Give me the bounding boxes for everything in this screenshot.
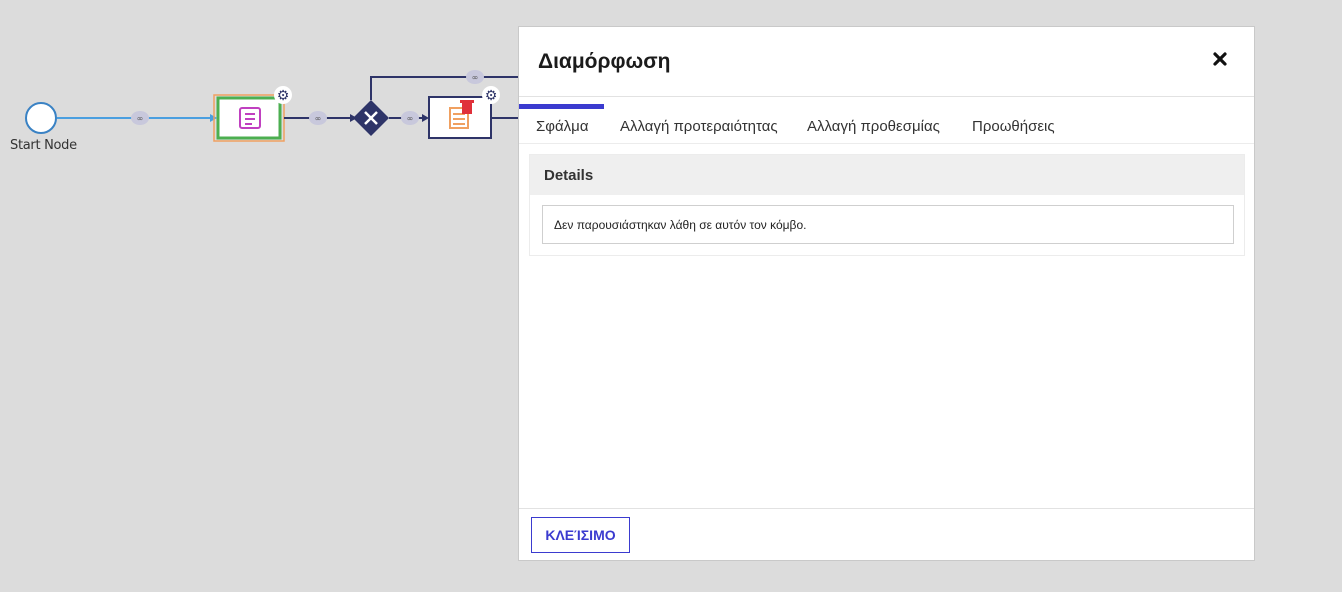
details-message: Δεν παρουσιάστηκαν λάθη σε αυτόν τον κόμ… — [554, 218, 807, 232]
svg-text:⚙: ⚙ — [485, 88, 498, 104]
close-button[interactable]: ΚΛΕΊΣΙΜΟ — [531, 517, 630, 553]
trash-icon[interactable] — [460, 100, 474, 114]
details-message-box: Δεν παρουσιάστηκαν λάθη σε αυτόν τον κόμ… — [542, 205, 1234, 244]
dialog-title: Διαμόρφωση — [538, 50, 671, 73]
svg-text:∞: ∞ — [407, 114, 414, 123]
task-node[interactable] — [428, 96, 492, 139]
svg-text:⚙: ⚙ — [277, 88, 290, 104]
close-icon[interactable] — [1210, 49, 1230, 69]
svg-text:∞: ∞ — [472, 73, 479, 82]
task-node[interactable] — [213, 94, 285, 142]
active-tab-indicator — [519, 104, 604, 109]
configuration-dialog: Διαμόρφωση Σφάλμα Αλλαγή προτεραιότητας … — [518, 26, 1255, 561]
details-header: Details — [530, 155, 1244, 195]
tab-error[interactable]: Σφάλμα — [536, 118, 589, 135]
link-icon[interactable]: ∞ — [466, 70, 484, 84]
tab-forwards[interactable]: Προωθήσεις — [972, 118, 1055, 135]
dialog-footer-divider — [519, 508, 1254, 509]
tab-divider — [519, 143, 1254, 144]
tab-change-priority[interactable]: Αλλαγή προτεραιότητας — [620, 118, 778, 135]
exclusive-gateway[interactable] — [353, 100, 389, 136]
details-title: Details — [544, 167, 594, 184]
svg-text:∞: ∞ — [137, 114, 144, 123]
svg-text:∞: ∞ — [315, 114, 322, 123]
start-node[interactable] — [25, 102, 57, 134]
link-icon[interactable]: ∞ — [309, 111, 327, 125]
link-icon[interactable]: ∞ — [131, 111, 149, 125]
tab-bar: Σφάλμα Αλλαγή προτεραιότητας Αλλαγή προθ… — [519, 103, 1254, 143]
gear-icon[interactable]: ⚙ — [482, 86, 500, 104]
tab-change-deadline[interactable]: Αλλαγή προθεσμίας — [807, 118, 940, 135]
details-panel: Details Δεν παρουσιάστηκαν λάθη σε αυτόν… — [529, 154, 1245, 256]
arrow-head-icon — [422, 114, 429, 122]
dialog-header: Διαμόρφωση — [519, 27, 1254, 97]
gear-icon[interactable]: ⚙ — [274, 86, 292, 104]
start-node-label: Start Node — [10, 138, 77, 153]
link-icon[interactable]: ∞ — [401, 111, 419, 125]
